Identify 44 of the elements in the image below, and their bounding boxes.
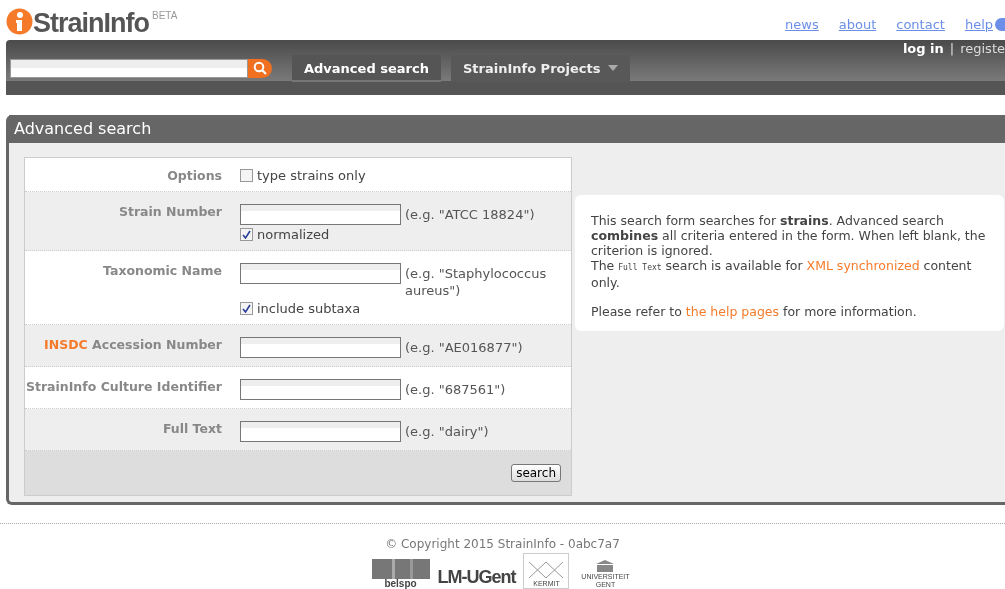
input-field[interactable] <box>240 262 401 284</box>
info-text: The Full Text search is available for XML synchronized content only. <box>591 257 973 290</box>
top-link[interactable]: contact <box>896 16 945 32</box>
example-hint: (e.g. "Staphylococcus aureus") <box>405 264 548 299</box>
field-label: INSDC Accession Number <box>43 336 222 354</box>
logo-text: StrainInfo <box>33 7 149 38</box>
search-icon <box>253 61 267 76</box>
logo-icon <box>6 7 33 35</box>
checkmark-icon <box>242 303 251 313</box>
top-link[interactable]: about <box>838 16 877 32</box>
field-label: Strain Number <box>117 203 222 221</box>
lm-ugent-logo: LM-UGent <box>437 566 516 589</box>
field-label: StrainInfo Culture Identifier <box>25 378 222 396</box>
top-link[interactable]: news <box>785 16 819 32</box>
top-link[interactable]: help <box>964 16 993 32</box>
checkbox[interactable]: include subtaxa <box>240 300 561 316</box>
separator: | <box>949 40 955 56</box>
input-field[interactable] <box>240 336 401 358</box>
nav-tab[interactable]: Advanced search <box>292 54 441 82</box>
field-label: Full Text <box>161 420 222 438</box>
input-field[interactable] <box>240 203 401 225</box>
example-hint: (e.g. "ATCC 18824") <box>405 205 535 223</box>
login-link[interactable]: log in <box>902 40 944 56</box>
panel-title: Advanced search <box>14 119 152 139</box>
copyright-text: © Copyright 2015 StrainInfo - 0abc7a7 <box>385 537 620 551</box>
checkbox[interactable]: normalized <box>240 226 561 242</box>
info-link[interactable]: the help pages <box>685 303 780 319</box>
search-button[interactable] <box>248 58 272 78</box>
example-hint: (e.g. "687561") <box>405 380 506 398</box>
register-link[interactable]: registe <box>960 40 1005 56</box>
search-field[interactable] <box>10 58 248 78</box>
example-hint: (e.g. "dairy") <box>405 422 489 440</box>
beta-label: BETA <box>152 9 178 21</box>
field-label: Options <box>166 167 222 183</box>
checkbox[interactable]: type strains only <box>240 167 561 183</box>
search-button[interactable]: search <box>511 463 561 482</box>
input-field[interactable] <box>240 378 401 400</box>
info-text: This search form searches for strains. Advanced search combines all criteria entered in the form. When left blank, the criterion is ignored. <box>591 212 987 258</box>
input-field[interactable] <box>240 420 401 442</box>
nav-tab[interactable]: StrainInfo Projects <box>450 54 631 82</box>
example-hint: (e.g. "AE016877") <box>405 338 523 356</box>
field-label: Taxonomic Name <box>102 262 222 280</box>
info-text: Please refer to the help pages for more information. <box>591 303 918 319</box>
checkmark-icon <box>242 229 251 239</box>
